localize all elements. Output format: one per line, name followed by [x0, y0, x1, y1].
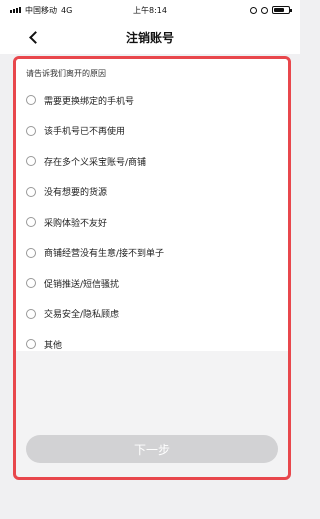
status-left: 中国移动 4G: [10, 5, 103, 16]
reason-option[interactable]: 其他: [16, 329, 288, 360]
radio-icon[interactable]: [26, 156, 36, 167]
nav-bar: 注销账号: [0, 20, 300, 54]
reason-option-label: 交易安全/隐私顾虑: [44, 310, 120, 321]
reason-option[interactable]: 没有想要的货源: [16, 177, 288, 208]
reason-option[interactable]: 存在多个义采宝账号/商铺: [16, 146, 288, 177]
next-step-button[interactable]: 下一步: [26, 435, 278, 463]
chevron-left-icon: [28, 30, 42, 44]
reason-option-label: 促销推送/短信骚扰: [44, 279, 120, 290]
status-time: 上午8:14: [133, 5, 167, 15]
reason-option-label: 其他: [44, 340, 63, 351]
reason-option[interactable]: 商铺经营没有生意/接不到单子: [16, 238, 288, 269]
reason-panel: 请告诉我们离开的原因 需要更换绑定的手机号 该手机号已不再使用 存在多个义采宝账…: [13, 56, 291, 480]
radio-icon[interactable]: [26, 95, 36, 106]
radio-icon[interactable]: [26, 339, 36, 350]
status-right: [197, 6, 292, 14]
reason-option-label: 需要更换绑定的手机号: [44, 96, 135, 107]
reason-option-label: 存在多个义采宝账号/商铺: [44, 157, 147, 168]
radio-icon[interactable]: [26, 308, 36, 319]
carrier-label: 中国移动: [25, 5, 57, 15]
signal-icon: [10, 7, 21, 13]
battery-icon: [271, 6, 292, 14]
reason-option-label: 该手机号已不再使用: [44, 127, 126, 138]
radio-icon[interactable]: [26, 278, 36, 289]
reason-option[interactable]: 该手机号已不再使用: [16, 116, 288, 147]
page-title: 注销账号: [125, 30, 174, 45]
radio-icon[interactable]: [26, 247, 36, 258]
reason-option[interactable]: 交易安全/隐私顾虑: [16, 299, 288, 330]
status-bar: 中国移动 4G 上午8:14: [0, 0, 300, 20]
reason-prompt: 请告诉我们离开的原因: [26, 69, 106, 78]
reason-card: 请告诉我们离开的原因 需要更换绑定的手机号 该手机号已不再使用 存在多个义采宝账…: [16, 59, 288, 351]
reason-option[interactable]: 需要更换绑定的手机号: [16, 85, 288, 116]
reason-option[interactable]: 促销推送/短信骚扰: [16, 268, 288, 299]
reason-option-label: 商铺经营没有生意/接不到单子: [44, 249, 165, 260]
reason-option-label: 采购体验不友好: [44, 218, 108, 229]
radio-icon[interactable]: [26, 186, 36, 197]
network-label: 4G: [61, 5, 73, 15]
radio-icon[interactable]: [26, 125, 36, 136]
reason-option[interactable]: 采购体验不友好: [16, 207, 288, 238]
back-button[interactable]: [22, 26, 44, 48]
alarm-icon: [260, 6, 268, 14]
reason-option-label: 没有想要的货源: [44, 188, 108, 199]
radio-icon[interactable]: [26, 217, 36, 228]
lock-rotation-icon: [249, 6, 257, 14]
